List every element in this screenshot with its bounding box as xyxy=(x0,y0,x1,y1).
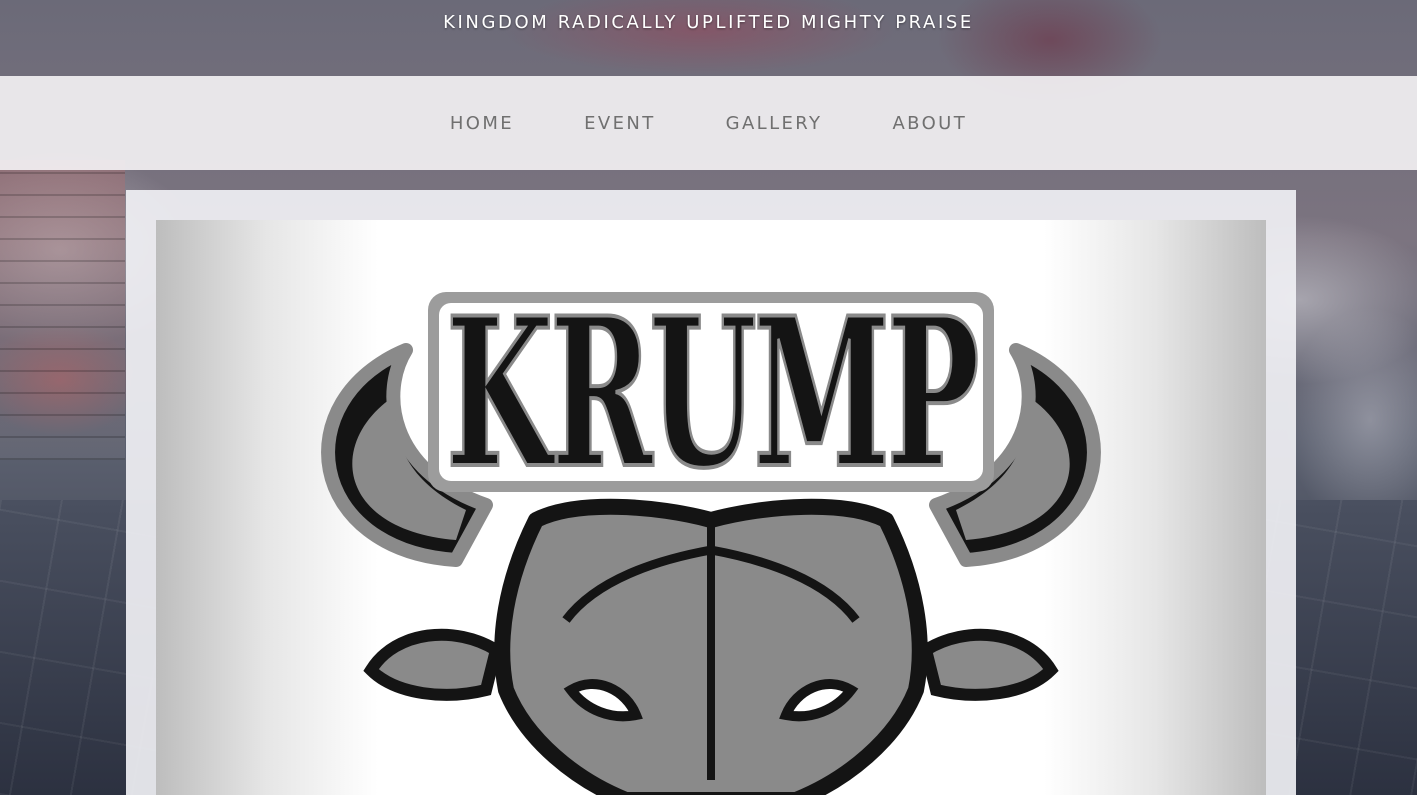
nav-item-event[interactable]: EVENT xyxy=(549,113,691,134)
background-brick-wall xyxy=(0,160,125,460)
nav-item-about[interactable]: ABOUT xyxy=(857,113,1002,134)
krump-logo: KRUMP xyxy=(321,272,1101,795)
content-panel: KRUMP xyxy=(126,190,1296,795)
krump-logo-text: KRUMP xyxy=(446,274,977,514)
nav-item-home[interactable]: HOME xyxy=(415,113,549,134)
nav-item-gallery[interactable]: GALLERY xyxy=(691,113,858,134)
hero-image: KRUMP xyxy=(156,220,1266,795)
main-nav: HOME EVENT GALLERY ABOUT xyxy=(0,76,1417,170)
krump-wordmark: KRUMP xyxy=(428,272,994,516)
site-title[interactable]: KINGDOM RADICALLY UPLIFTED MIGHTY PRAISE xyxy=(0,12,1417,33)
